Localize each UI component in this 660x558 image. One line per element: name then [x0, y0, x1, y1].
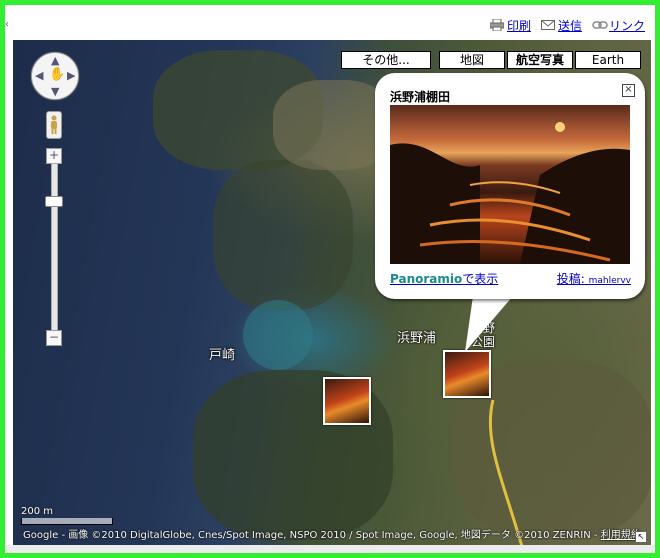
land-patch: [213, 160, 353, 310]
place-label-tozaki: 戸崎: [209, 348, 236, 363]
zoom-slider-track[interactable]: [51, 163, 58, 335]
photo-marker[interactable]: [323, 377, 371, 425]
link-link-label: リンク: [608, 18, 645, 33]
poster-credit: 投稿: mahlervv: [557, 270, 631, 287]
photo-marker-selected[interactable]: [443, 350, 491, 398]
copyright-prefix: Google - 画像 ©2010 DigitalGlobe, Cnes/Spo…: [23, 530, 601, 541]
panoramio-link-label: で表示: [462, 272, 499, 286]
left-edge-marker: ‹: [5, 19, 9, 30]
satellite-button[interactable]: 航空写真: [507, 51, 573, 69]
zoom-out-button[interactable]: −: [46, 330, 62, 346]
scale-bar: [21, 518, 113, 525]
close-icon[interactable]: ×: [622, 84, 635, 97]
top-links: 印刷 送信 リンク: [489, 16, 645, 34]
hand-icon: ✋: [49, 67, 66, 82]
pan-right-icon[interactable]: ▶: [67, 70, 75, 81]
poster-user-link[interactable]: mahlervv: [589, 276, 631, 286]
pan-up-icon[interactable]: ▲: [51, 55, 59, 66]
scale-label: 200 m: [21, 506, 54, 517]
bubble-tail: [465, 296, 513, 352]
chain-link-icon: [592, 19, 608, 31]
printer-icon: [489, 18, 505, 32]
map-type-controls: その他... 地図 航空写真 Earth: [341, 51, 641, 69]
print-link[interactable]: 印刷: [489, 17, 531, 34]
pegman-icon[interactable]: [46, 111, 62, 139]
info-window: 浜野浦棚田 × Panoramioで表示 投稿: mahlervv: [375, 73, 645, 299]
pan-control[interactable]: ▲ ▼ ◀ ▶ ✋: [31, 52, 79, 100]
satellite-map[interactable]: ▲ ▼ ◀ ▶ ✋ + − その他... 地図 航空写真 Earth 戸崎 浜野…: [13, 40, 651, 545]
rice-terrace-photo[interactable]: [390, 105, 630, 264]
send-link-label: 送信: [557, 18, 582, 33]
more-map-types-button[interactable]: その他...: [341, 51, 431, 69]
resize-corner-icon[interactable]: ↖: [635, 531, 647, 543]
link-link[interactable]: リンク: [592, 17, 645, 34]
panoramio-logo: Panoramio: [390, 272, 463, 286]
panoramio-link[interactable]: Panoramioで表示: [390, 270, 498, 287]
pan-down-icon[interactable]: ▼: [51, 86, 59, 97]
earth-button[interactable]: Earth: [575, 51, 641, 69]
status-bar: [5, 545, 655, 553]
map-button[interactable]: 地図: [439, 51, 505, 69]
road: [488, 400, 524, 545]
zoom-in-button[interactable]: +: [46, 148, 62, 164]
send-link[interactable]: 送信: [540, 17, 582, 34]
info-window-title: 浜野浦棚田: [390, 90, 451, 104]
bay-water: [243, 300, 313, 370]
zoom-slider-handle[interactable]: [45, 196, 63, 207]
print-link-label: 印刷: [506, 18, 531, 33]
copyright-text: Google - 画像 ©2010 DigitalGlobe, Cnes/Spo…: [23, 526, 641, 541]
browser-frame: ‹ 印刷 送信 リンク ▲ ▼ ◀ ▶ ✋ + − その他... 地図 航空写真…: [5, 5, 655, 553]
place-label-hamanoura: 浜野浦: [397, 331, 437, 346]
mail-icon: [540, 19, 555, 31]
pan-left-icon[interactable]: ◀: [35, 70, 43, 81]
poster-label: 投稿:: [556, 272, 589, 286]
